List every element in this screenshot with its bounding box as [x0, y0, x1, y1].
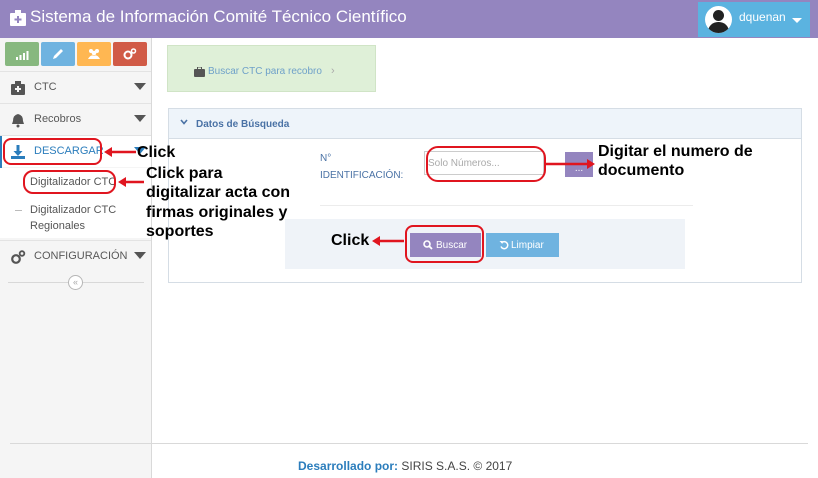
shortcut-edit-button[interactable] [41, 42, 75, 66]
annotation-arrow-icon [372, 236, 404, 246]
chevron-down-icon [134, 83, 146, 90]
annotation-digitalizar-line4: soportes [146, 223, 214, 240]
annotation-digitar-line1: Digitar el numero de [598, 143, 753, 160]
clear-button-label: Limpiar [511, 240, 544, 251]
footer-prefix: Desarrollado por: [298, 459, 399, 473]
panel-title: Datos de Búsqueda [196, 119, 290, 130]
annotation-ring-input [426, 146, 546, 182]
pencil-icon [53, 49, 63, 59]
sidebar-item-label: CTC [34, 81, 57, 93]
chevron-down-icon [134, 115, 146, 122]
cogs-icon [123, 48, 137, 60]
user-menu[interactable]: dquenan [698, 2, 810, 37]
avatar [705, 6, 732, 33]
sidebar: CTC Recobros DESCARGAR Digitalizador CTC… [0, 38, 152, 478]
breadcrumb: Buscar CTC para recobro › [167, 45, 376, 92]
cogs-icon [11, 250, 26, 264]
annotation-arrow-icon [118, 177, 144, 187]
shortcut-settings-button[interactable] [113, 42, 147, 66]
footer: Desarrollado por: SIRIS S.A.S. © 2017 [298, 459, 512, 473]
sidebar-subitem-digitalizador-regionales[interactable]: Digitalizador CTC Regionales [0, 196, 151, 238]
breadcrumb-link[interactable]: Buscar CTC para recobro [208, 66, 322, 77]
sidebar-item-label: Recobros [34, 113, 82, 125]
sidebar-item-ctc[interactable]: CTC [0, 71, 151, 103]
annotation-digitalizar-line3: firmas originales y [146, 204, 288, 221]
annotation-arrow-icon [104, 147, 136, 157]
annotation-digitalizar-line2: digitalizar acta con [146, 184, 291, 201]
field-label-line1: N° [320, 153, 332, 164]
username: dquenan [739, 10, 786, 24]
users-icon [88, 49, 100, 59]
sidebar-item-label: CONFIGURACIÓN [34, 250, 128, 262]
signal-icon [16, 51, 29, 60]
divider [320, 205, 693, 206]
annotation-ring-digitalizador [23, 170, 116, 194]
bell-icon [12, 114, 24, 128]
page-root: Sistema de Información Comité Técnico Ci… [0, 0, 818, 478]
undo-icon [499, 240, 509, 250]
chevron-down-icon [134, 252, 146, 259]
annotation-ring-descargar [3, 138, 102, 165]
field-label-line2: IDENTIFICACIÓN: [320, 170, 404, 181]
hospital-icon [11, 81, 25, 95]
chevron-down-icon [180, 119, 188, 125]
caret-down-icon [792, 18, 802, 23]
shortcut-signal-button[interactable] [5, 42, 39, 66]
clear-button[interactable]: Limpiar [486, 233, 559, 257]
annotation-digitalizar-line1: Click para [146, 165, 223, 182]
annotation-ring-buscar [405, 225, 484, 263]
shortcut-users-button[interactable] [77, 42, 111, 66]
sidebar-item-recobros[interactable]: Recobros [0, 103, 151, 135]
footer-text: SIRIS S.A.S. © 2017 [401, 459, 513, 473]
subitem-label-line2: Regionales [30, 220, 86, 232]
annotation-click-buscar: Click [331, 232, 370, 249]
annotation-click-descargar: Click [137, 144, 176, 161]
tree-dash [15, 210, 22, 211]
annotation-arrow-icon [546, 159, 595, 169]
footer-divider [10, 443, 808, 444]
top-navbar: Sistema de Información Comité Técnico Ci… [0, 0, 818, 38]
chevron-right-icon: › [331, 65, 335, 77]
subitem-label-line1: Digitalizador CTC [30, 204, 117, 216]
collapse-sidebar-button[interactable]: « [68, 275, 83, 290]
annotation-digitar-line2: documento [598, 162, 685, 179]
briefcase-icon [194, 67, 205, 77]
sidebar-item-configuracion[interactable]: CONFIGURACIÓN [0, 240, 151, 272]
app-title: Sistema de Información Comité Técnico Ci… [30, 7, 407, 26]
panel-header[interactable]: Datos de Búsqueda [169, 109, 801, 139]
hospital-icon [10, 10, 26, 26]
